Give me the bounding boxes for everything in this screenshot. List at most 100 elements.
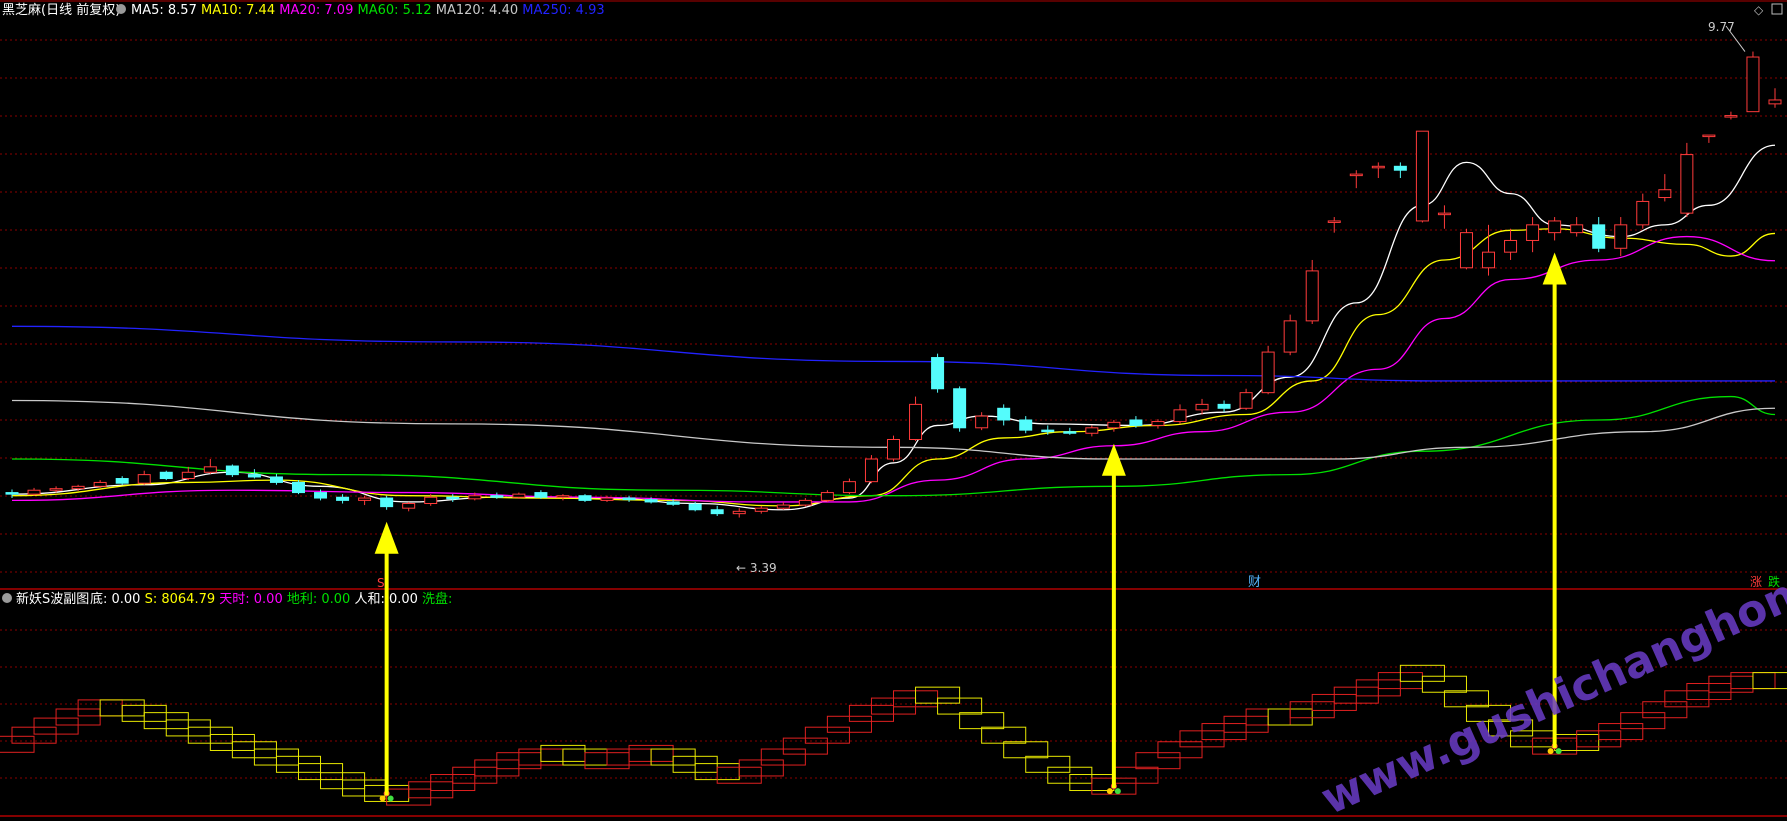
candle-body: [622, 497, 636, 501]
candle-body: [1415, 130, 1429, 222]
candle-body: [1702, 134, 1716, 138]
sub-legend-dropdown-icon[interactable]: [2, 593, 12, 603]
candle-body: [468, 495, 482, 500]
candle-body: [1129, 419, 1143, 426]
candle: [1173, 404, 1187, 424]
candle-body: [137, 474, 151, 484]
candle: [1768, 88, 1782, 108]
candle: [1107, 419, 1121, 432]
candle: [291, 480, 305, 495]
candle-body: [1614, 224, 1628, 249]
candle-body: [1504, 239, 1518, 253]
legend-dropdown-icon[interactable]: [116, 4, 126, 14]
candle: [1526, 217, 1540, 253]
candle-body: [754, 507, 768, 512]
diamond-icon[interactable]: ◇: [1754, 3, 1764, 17]
candle: [115, 476, 129, 485]
candle: [380, 495, 394, 510]
candle-body: [1085, 427, 1099, 434]
ma-legend-item-4: MA120: 4.40: [432, 3, 519, 18]
cai-marker: 财: [1248, 575, 1261, 590]
candle: [159, 470, 173, 481]
candle-body: [93, 481, 107, 487]
candle-body: [1283, 320, 1297, 353]
candle: [1085, 425, 1099, 437]
candle-body: [1173, 409, 1187, 423]
candle: [798, 498, 812, 507]
candle-body: [1526, 224, 1540, 241]
chart-canvas: 黑芝麻(日线 前复权) MA5: 8.57 MA10: 7.44 MA20: 7…: [0, 0, 1787, 821]
candle-body: [710, 509, 724, 515]
candle: [1702, 134, 1716, 143]
signal-dot: [1114, 788, 1121, 795]
candle-body: [71, 485, 85, 490]
signal-dot: [1555, 748, 1562, 755]
candle-body: [1768, 99, 1782, 105]
candle-body: [1459, 232, 1473, 269]
candle-body: [159, 471, 173, 480]
candle: [1746, 51, 1760, 113]
candle-body: [269, 476, 283, 483]
window-icon[interactable]: [1771, 3, 1783, 15]
candle-body: [864, 458, 878, 483]
candle: [358, 495, 372, 506]
signal-dot: [1547, 748, 1554, 755]
ma-line-ma10: [11, 228, 1776, 507]
candle-body: [1658, 189, 1672, 199]
ma-legend-item-3: MA60: 5.12: [353, 3, 431, 18]
candle-body: [732, 510, 746, 515]
candle-body: [1019, 419, 1033, 431]
candle: [1283, 314, 1297, 356]
candle: [1217, 400, 1231, 413]
candle: [1393, 162, 1407, 179]
sub-legend: 新妖S波副图 底: 0.00 S: 8064.79 天时: 0.00 地利: 0…: [2, 591, 452, 607]
sub-legend-items: 底: 0.00 S: 8064.79 天时: 0.00 地利: 0.00 人和:…: [90, 591, 452, 607]
ma-line-ma250: [11, 325, 1775, 382]
candle-body: [358, 497, 372, 501]
candle: [1195, 398, 1209, 415]
ma-legend-items: MA5: 8.57 MA10: 7.44 MA20: 7.09 MA60: 5.…: [131, 3, 605, 18]
candle: [1482, 224, 1496, 276]
candle: [622, 495, 636, 502]
candle: [953, 386, 967, 432]
sub-legend-item-1: S: 8064.79: [140, 592, 215, 607]
chart-title: 黑芝麻(日线 前复权): [2, 2, 120, 18]
candle: [203, 459, 217, 474]
candle-body: [1570, 224, 1584, 234]
candle: [1570, 217, 1584, 237]
candle-body: [1746, 56, 1760, 113]
candle-body: [1371, 165, 1385, 169]
candle-body: [27, 489, 41, 495]
candle: [5, 489, 19, 499]
candle: [1371, 162, 1385, 179]
candle-body: [975, 415, 989, 429]
candle-body: [776, 504, 790, 509]
candle-body: [1482, 251, 1496, 269]
candle: [578, 494, 592, 502]
candle: [1151, 419, 1165, 429]
candle-body: [1327, 220, 1341, 223]
signal-dot: [1106, 788, 1113, 795]
candle-body: [600, 497, 614, 501]
candle-body: [181, 471, 195, 480]
candle: [1724, 111, 1738, 120]
candle: [27, 487, 41, 496]
candle: [1239, 388, 1253, 410]
candle-body: [203, 466, 217, 473]
candle: [1459, 228, 1473, 270]
candle-body: [380, 497, 394, 508]
candle-body: [644, 499, 658, 503]
main-legend: 黑芝麻(日线 前复权) MA5: 8.57 MA10: 7.44 MA20: 7…: [2, 2, 605, 18]
candle: [1415, 130, 1429, 223]
candle: [909, 396, 923, 442]
candle: [1548, 217, 1562, 241]
candle-body: [842, 481, 856, 494]
candle-body: [997, 407, 1011, 421]
candle: [1636, 193, 1650, 229]
candle-body: [578, 495, 592, 501]
candle-body: [247, 474, 261, 478]
candle: [93, 480, 107, 488]
wave-step: [1752, 672, 1787, 690]
candle: [1658, 174, 1672, 202]
s-marker: S: [377, 576, 385, 590]
